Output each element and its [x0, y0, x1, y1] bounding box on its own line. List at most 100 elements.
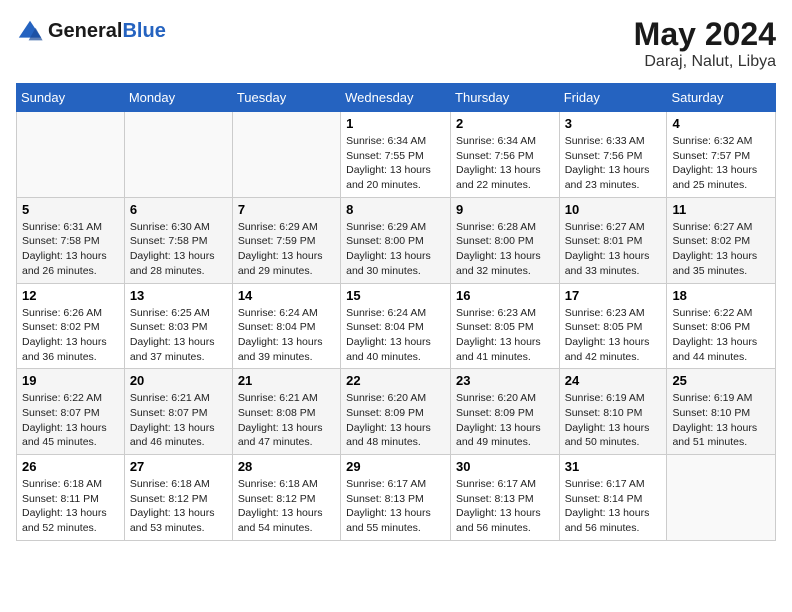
calendar-cell: 3 Sunrise: 6:33 AM Sunset: 7:56 PM Daylig…	[559, 112, 667, 198]
cell-content: Sunrise: 6:18 AM Sunset: 8:12 PM Dayligh…	[238, 477, 335, 536]
calendar-cell: 30Sunrise: 6:17 AM Sunset: 8:13 PM Dayli…	[451, 455, 560, 541]
cell-content: Sunrise: 6:32 AM Sunset: 7:57 PM Dayligh…	[672, 134, 770, 193]
day-number: 11	[672, 202, 770, 217]
calendar-week-row: 5Sunrise: 6:31 AM Sunset: 7:58 PM Daylig…	[17, 197, 776, 283]
day-of-week-header: Saturday	[667, 84, 776, 112]
cell-content: Sunrise: 6:33 AM Sunset: 7:56 PM Dayligh…	[565, 134, 662, 193]
calendar-cell: 1 Sunrise: 6:34 AM Sunset: 7:55 PM Daylig…	[341, 112, 451, 198]
logo-text: GeneralBlue	[48, 20, 166, 42]
cell-content: Sunrise: 6:17 AM Sunset: 8:13 PM Dayligh…	[456, 477, 554, 536]
calendar-cell: 11 Sunrise: 6:27 AM Sunset: 8:02 PM Dayli…	[667, 197, 776, 283]
cell-content: Sunrise: 6:17 AM Sunset: 8:13 PM Dayligh…	[346, 477, 445, 536]
day-number: 18	[672, 288, 770, 303]
cell-content: Sunrise: 6:27 AM Sunset: 8:01 PM Dayligh…	[565, 220, 662, 279]
calendar-cell: 27 Sunrise: 6:18 AM Sunset: 8:12 PM Dayli…	[124, 455, 232, 541]
cell-content: Sunrise: 6:34 AM Sunset: 7:56 PM Dayligh…	[456, 134, 554, 193]
day-number: 22	[346, 373, 445, 388]
calendar-cell	[232, 112, 340, 198]
calendar-cell: 28 Sunrise: 6:18 AM Sunset: 8:12 PM Dayli…	[232, 455, 340, 541]
day-number: 17	[565, 288, 662, 303]
calendar-cell	[667, 455, 776, 541]
calendar-week-row: 19 Sunrise: 6:22 AM Sunset: 8:07 PM Dayli…	[17, 369, 776, 455]
cell-content: Sunrise: 6:24 AM Sunset: 8:04 PM Dayligh…	[346, 306, 445, 365]
cell-content: Sunrise: 6:27 AM Sunset: 8:02 PM Dayligh…	[672, 220, 770, 279]
day-number: 19	[22, 373, 119, 388]
cell-content: Sunrise: 6:18 AM Sunset: 8:12 PM Dayligh…	[130, 477, 227, 536]
cell-content: Sunrise: 6:21 AM Sunset: 8:07 PM Dayligh…	[130, 391, 227, 450]
day-number: 27	[130, 459, 227, 474]
day-of-week-header: Tuesday	[232, 84, 340, 112]
day-of-week-header: Monday	[124, 84, 232, 112]
day-number: 23	[456, 373, 554, 388]
day-number: 21	[238, 373, 335, 388]
day-number: 5	[22, 202, 119, 217]
cell-content: Sunrise: 6:34 AM Sunset: 7:55 PM Dayligh…	[346, 134, 445, 193]
day-number: 6	[130, 202, 227, 217]
day-number: 28	[238, 459, 335, 474]
cell-content: Sunrise: 6:20 AM Sunset: 8:09 PM Dayligh…	[346, 391, 445, 450]
calendar-cell: 12Sunrise: 6:26 AM Sunset: 8:02 PM Dayli…	[17, 283, 125, 369]
calendar-cell: 29 Sunrise: 6:17 AM Sunset: 8:13 PM Dayli…	[341, 455, 451, 541]
calendar-week-row: 12Sunrise: 6:26 AM Sunset: 8:02 PM Dayli…	[17, 283, 776, 369]
day-number: 8	[346, 202, 445, 217]
calendar-week-row: 1 Sunrise: 6:34 AM Sunset: 7:55 PM Daylig…	[17, 112, 776, 198]
day-number: 13	[130, 288, 227, 303]
calendar-cell: 8Sunrise: 6:29 AM Sunset: 8:00 PM Daylig…	[341, 197, 451, 283]
logo: GeneralBlue	[16, 16, 166, 46]
calendar-cell: 10 Sunrise: 6:27 AM Sunset: 8:01 PM Dayli…	[559, 197, 667, 283]
calendar-cell: 26 Sunrise: 6:18 AM Sunset: 8:11 PM Dayli…	[17, 455, 125, 541]
calendar-subtitle: Daraj, Nalut, Libya	[634, 53, 776, 71]
calendar-cell: 16 Sunrise: 6:23 AM Sunset: 8:05 PM Dayli…	[451, 283, 560, 369]
cell-content: Sunrise: 6:18 AM Sunset: 8:11 PM Dayligh…	[22, 477, 119, 536]
cell-content: Sunrise: 6:19 AM Sunset: 8:10 PM Dayligh…	[672, 391, 770, 450]
cell-content: Sunrise: 6:21 AM Sunset: 8:08 PM Dayligh…	[238, 391, 335, 450]
day-number: 2	[456, 116, 554, 131]
page-header: GeneralBlue May 2024 Daraj, Nalut, Libya	[16, 16, 776, 71]
calendar-cell: 19 Sunrise: 6:22 AM Sunset: 8:07 PM Dayli…	[17, 369, 125, 455]
logo-icon	[16, 18, 44, 46]
calendar-cell: 4 Sunrise: 6:32 AM Sunset: 7:57 PM Daylig…	[667, 112, 776, 198]
day-number: 26	[22, 459, 119, 474]
cell-content: Sunrise: 6:19 AM Sunset: 8:10 PM Dayligh…	[565, 391, 662, 450]
day-number: 4	[672, 116, 770, 131]
cell-content: Sunrise: 6:30 AM Sunset: 7:58 PM Dayligh…	[130, 220, 227, 279]
cell-content: Sunrise: 6:17 AM Sunset: 8:14 PM Dayligh…	[565, 477, 662, 536]
day-number: 15	[346, 288, 445, 303]
calendar-cell: 31 Sunrise: 6:17 AM Sunset: 8:14 PM Dayli…	[559, 455, 667, 541]
calendar-cell	[124, 112, 232, 198]
cell-content: Sunrise: 6:23 AM Sunset: 8:05 PM Dayligh…	[565, 306, 662, 365]
calendar-header-row: SundayMondayTuesdayWednesdayThursdayFrid…	[17, 84, 776, 112]
day-number: 14	[238, 288, 335, 303]
calendar-cell: 24Sunrise: 6:19 AM Sunset: 8:10 PM Dayli…	[559, 369, 667, 455]
calendar-table: SundayMondayTuesdayWednesdayThursdayFrid…	[16, 83, 776, 541]
day-number: 10	[565, 202, 662, 217]
calendar-cell: 23 Sunrise: 6:20 AM Sunset: 8:09 PM Dayli…	[451, 369, 560, 455]
cell-content: Sunrise: 6:22 AM Sunset: 8:07 PM Dayligh…	[22, 391, 119, 450]
cell-content: Sunrise: 6:29 AM Sunset: 7:59 PM Dayligh…	[238, 220, 335, 279]
cell-content: Sunrise: 6:28 AM Sunset: 8:00 PM Dayligh…	[456, 220, 554, 279]
day-number: 12	[22, 288, 119, 303]
cell-content: Sunrise: 6:20 AM Sunset: 8:09 PM Dayligh…	[456, 391, 554, 450]
day-number: 3	[565, 116, 662, 131]
calendar-cell: 15 Sunrise: 6:24 AM Sunset: 8:04 PM Dayli…	[341, 283, 451, 369]
calendar-cell: 20Sunrise: 6:21 AM Sunset: 8:07 PM Dayli…	[124, 369, 232, 455]
calendar-cell: 14 Sunrise: 6:24 AM Sunset: 8:04 PM Dayli…	[232, 283, 340, 369]
calendar-cell: 22 Sunrise: 6:20 AM Sunset: 8:09 PM Dayli…	[341, 369, 451, 455]
cell-content: Sunrise: 6:24 AM Sunset: 8:04 PM Dayligh…	[238, 306, 335, 365]
title-block: May 2024 Daraj, Nalut, Libya	[634, 16, 776, 71]
calendar-cell: 5Sunrise: 6:31 AM Sunset: 7:58 PM Daylig…	[17, 197, 125, 283]
cell-content: Sunrise: 6:23 AM Sunset: 8:05 PM Dayligh…	[456, 306, 554, 365]
day-number: 1	[346, 116, 445, 131]
day-number: 31	[565, 459, 662, 474]
calendar-cell: 25 Sunrise: 6:19 AM Sunset: 8:10 PM Dayli…	[667, 369, 776, 455]
calendar-title: May 2024	[634, 16, 776, 53]
day-number: 16	[456, 288, 554, 303]
day-of-week-header: Friday	[559, 84, 667, 112]
day-number: 29	[346, 459, 445, 474]
calendar-cell: 18Sunrise: 6:22 AM Sunset: 8:06 PM Dayli…	[667, 283, 776, 369]
day-number: 25	[672, 373, 770, 388]
calendar-cell: 7Sunrise: 6:29 AM Sunset: 7:59 PM Daylig…	[232, 197, 340, 283]
day-of-week-header: Sunday	[17, 84, 125, 112]
calendar-week-row: 26 Sunrise: 6:18 AM Sunset: 8:11 PM Dayli…	[17, 455, 776, 541]
day-number: 9	[456, 202, 554, 217]
